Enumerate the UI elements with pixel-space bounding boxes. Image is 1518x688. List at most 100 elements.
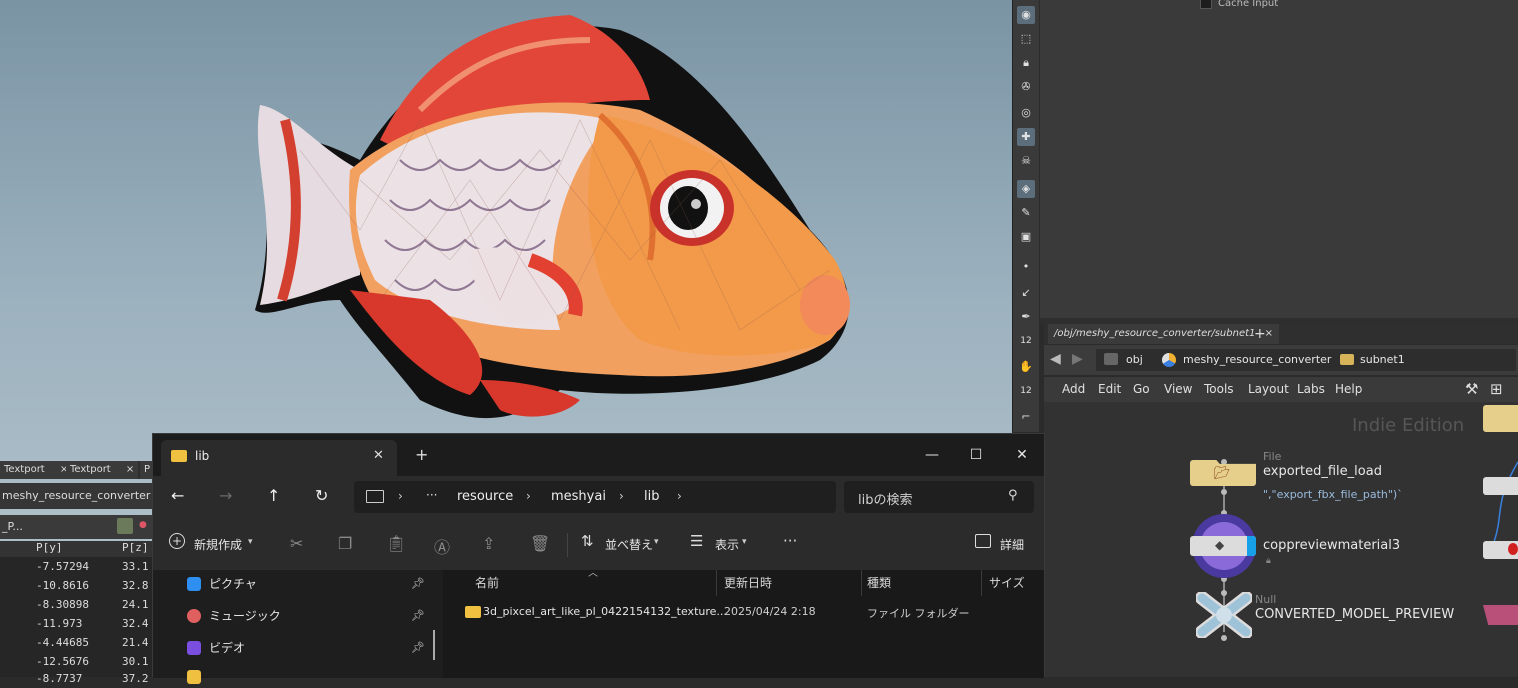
breadcrumb-subnet1[interactable]: subnet1 <box>1360 351 1405 369</box>
sidebar-item-music[interactable]: ミュージック <box>209 606 281 626</box>
file-name[interactable]: 3d_pixcel_art_like_pl_0422154132_texture… <box>483 605 727 618</box>
add-icon[interactable]: ✚ <box>1017 128 1035 146</box>
close-icon[interactable]: × <box>1265 328 1273 339</box>
chevron-down-icon[interactable]: ▾ <box>248 537 253 547</box>
pin-icon[interactable]: 📌︎ <box>411 641 425 654</box>
column-date[interactable]: 更新日時 <box>724 574 772 591</box>
paste-icon[interactable]: 📋︎ <box>386 534 406 553</box>
null-node[interactable] <box>1196 592 1252 638</box>
share-icon[interactable]: ⇪ <box>482 534 495 553</box>
select-icon[interactable]: ⬚ <box>1017 30 1035 48</box>
tab-textport-1[interactable]: Textport × <box>0 461 73 479</box>
delete-icon[interactable]: 🗑︎ <box>530 534 550 553</box>
partial-node-1[interactable] <box>1483 477 1518 495</box>
menu-edit[interactable]: Edit <box>1098 382 1121 396</box>
close-tab-icon[interactable]: ✕ <box>373 448 384 463</box>
node-name-converted-model-preview[interactable]: CONVERTED_MODEL_PREVIEW <box>1255 607 1454 622</box>
copy-icon[interactable]: ❐ <box>338 534 352 553</box>
search-input[interactable]: libの検索 <box>858 489 912 508</box>
forward-arrow-icon[interactable]: ▶ <box>1072 351 1083 367</box>
address-bar[interactable]: › ··· resource › meshyai › lib › <box>354 481 836 513</box>
view-button[interactable]: 表示 <box>715 536 739 553</box>
breadcrumb-resource[interactable]: resource <box>457 489 513 504</box>
add-tab-button[interactable]: + <box>1254 324 1266 344</box>
menu-tools[interactable]: Tools <box>1204 382 1234 396</box>
breadcrumb-obj[interactable]: obj <box>1126 351 1143 369</box>
scrollbar[interactable] <box>433 630 435 660</box>
tab-lib[interactable]: lib ✕ <box>161 440 397 476</box>
menu-go[interactable]: Go <box>1133 382 1150 396</box>
back-icon[interactable]: ← <box>171 486 184 505</box>
cache-input-checkbox[interactable]: Cache Input <box>1200 0 1278 9</box>
view-icon[interactable]: ◉ <box>1017 6 1035 24</box>
menu-help[interactable]: Help <box>1335 382 1362 396</box>
pin-icon[interactable]: 📌︎ <box>411 609 425 622</box>
snap-icon[interactable]: ✇ <box>1017 78 1035 96</box>
breadcrumb-meshyai[interactable]: meshyai <box>551 489 606 504</box>
number-12-icon-2[interactable]: 12 <box>1017 382 1035 400</box>
breadcrumb-lib[interactable]: lib <box>644 489 659 504</box>
close-icon[interactable]: × <box>126 464 134 475</box>
paint-icon[interactable]: ✎ <box>1017 204 1035 222</box>
node-name-exported-file-load[interactable]: exported_file_load <box>1263 464 1382 479</box>
display-flag-icon[interactable] <box>1247 536 1256 556</box>
menu-add[interactable]: Add <box>1062 382 1085 396</box>
partial-output-node[interactable] <box>1483 605 1518 625</box>
column-type[interactable]: 種類 <box>867 574 891 591</box>
tree-icon[interactable]: ⊞ <box>1490 380 1503 398</box>
tab-subnet1[interactable]: /obj/meshy_resource_converter/subnet1 × <box>1048 324 1279 344</box>
corner-icon[interactable]: ⌐ <box>1017 408 1035 426</box>
more-button[interactable]: ··· <box>783 532 797 550</box>
column-header[interactable]: P[y] <box>36 541 63 554</box>
chevron-right-icon[interactable]: › <box>677 489 682 503</box>
viewport-toolbar: ◉ ⬚ 🔒︎ ✇ ◎ ✚ ☠ ◈ ✎ ▣ • ↙ ✒ 12 ✋ 12 ⌐ <box>1012 0 1039 432</box>
column-size[interactable]: サイズ <box>989 574 1025 591</box>
node-name-coppreviewmaterial3[interactable]: coppreviewmaterial3 <box>1263 538 1400 553</box>
tools-icon[interactable]: ⚒ <box>1465 380 1478 398</box>
column-header[interactable]: P[z] <box>122 541 149 554</box>
hand-icon[interactable]: ✋ <box>1017 358 1035 376</box>
chevron-down-icon[interactable]: ▾ <box>654 537 659 547</box>
sidebar-item-pictures[interactable]: ピクチャ <box>209 574 257 594</box>
skull-icon[interactable]: ☠ <box>1017 152 1035 170</box>
address-more[interactable]: ··· <box>426 488 437 502</box>
pen-icon[interactable]: ✒ <box>1017 308 1035 326</box>
breadcrumb-meshy-resource-converter[interactable]: meshy_resource_converter <box>1183 351 1331 369</box>
path-label[interactable]: meshy_resource_converter <box>2 489 150 502</box>
sidebar-item-videos[interactable]: ビデオ <box>209 638 245 658</box>
menu-view[interactable]: View <box>1164 382 1192 396</box>
cut-icon[interactable]: ✂ <box>290 534 303 553</box>
forward-icon[interactable]: → <box>219 486 232 505</box>
rename-icon[interactable]: Ⓐ <box>434 534 450 558</box>
menu-layout[interactable]: Layout <box>1248 382 1289 396</box>
menu-labs[interactable]: Labs <box>1297 382 1325 396</box>
render-icon[interactable]: ▣ <box>1017 228 1035 246</box>
search-icon[interactable]: ⚲ <box>1008 488 1018 503</box>
list-item[interactable]: 3d_pixcel_art_like_pl_0422154132_texture… <box>443 598 1044 626</box>
chevron-down-icon[interactable]: ▾ <box>742 537 747 547</box>
new-tab-button[interactable]: + <box>415 445 428 464</box>
up-icon[interactable]: ↑ <box>267 486 280 505</box>
display-icon[interactable]: ◎ <box>1017 104 1035 122</box>
close-window-button[interactable]: ✕ <box>1007 442 1037 468</box>
brush-icon[interactable]: ↙ <box>1017 284 1035 302</box>
tab-textport-2[interactable]: Textport × <box>66 461 139 479</box>
checkbox-icon[interactable] <box>1200 0 1212 9</box>
back-arrow-icon[interactable]: ◀ <box>1050 351 1061 367</box>
details-button[interactable]: 詳細 <box>1000 536 1024 553</box>
attribute-filter[interactable]: _P... <box>2 520 23 533</box>
partial-file-node[interactable] <box>1483 405 1518 432</box>
search-box[interactable]: libの検索 ⚲ <box>844 481 1034 513</box>
pin-icon[interactable]: 📌︎ <box>411 577 425 590</box>
geometry-icon[interactable] <box>117 518 133 534</box>
minimize-button[interactable]: — <box>917 442 947 468</box>
camera-icon[interactable]: ◈ <box>1017 180 1035 198</box>
number-12-icon[interactable]: 12 <box>1017 332 1035 350</box>
refresh-icon[interactable]: ↻ <box>315 486 328 505</box>
maximize-button[interactable]: ☐ <box>961 442 991 468</box>
dot-icon[interactable]: • <box>1017 258 1035 276</box>
column-name[interactable]: 名前 <box>475 574 499 591</box>
lock-icon[interactable]: 🔒︎ <box>1017 54 1035 72</box>
sort-button[interactable]: 並べ替え <box>605 536 653 553</box>
new-button[interactable]: 新規作成 <box>194 536 242 553</box>
